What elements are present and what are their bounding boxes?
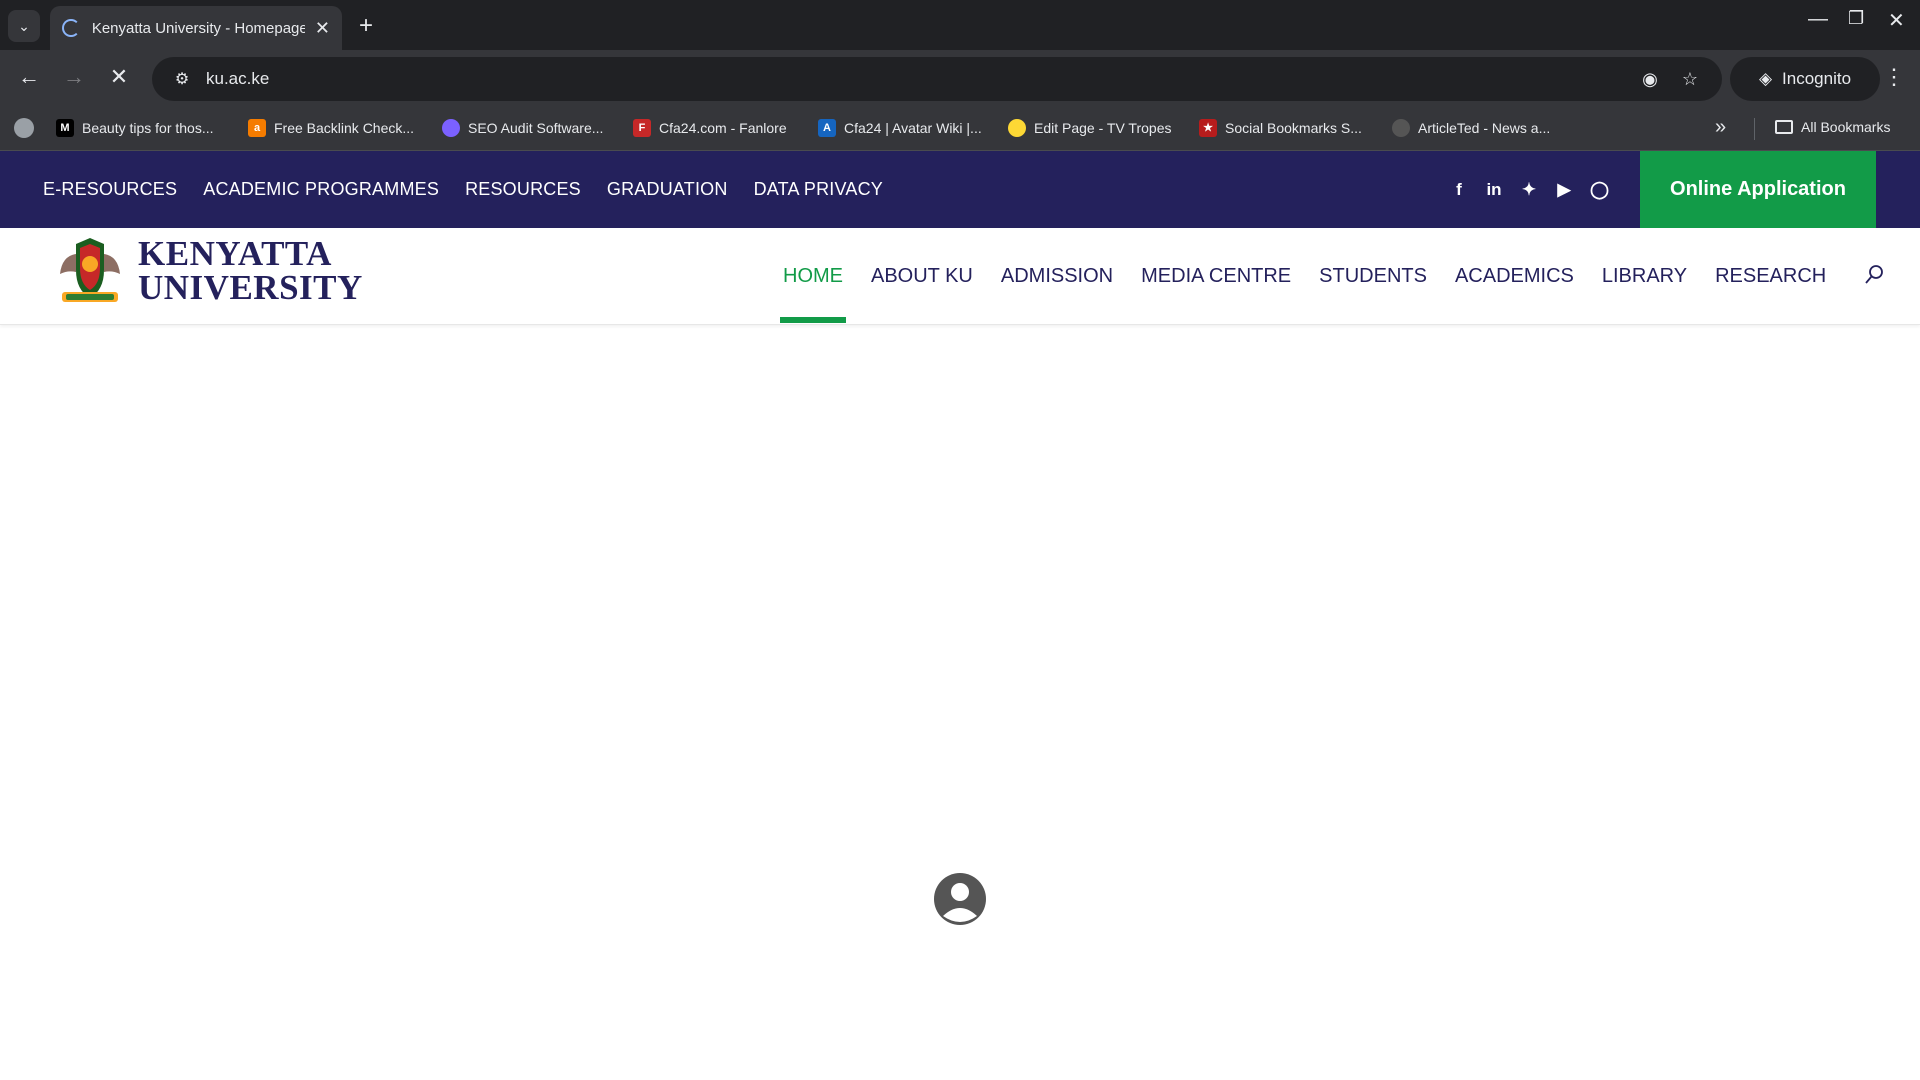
folder-icon <box>1775 120 1793 134</box>
instagram-icon[interactable]: ◯ <box>1590 180 1609 200</box>
logo-wordmark: KENYATTA UNIVERSITY <box>138 234 363 307</box>
tab-search-chevron-down-icon[interactable]: ⌄ <box>8 10 40 42</box>
nav-admission[interactable]: ADMISSION <box>1001 228 1113 325</box>
main-header: KENYATTA UNIVERSITY HOME ABOUT KU ADMISS… <box>0 228 1920 325</box>
nav-media-centre[interactable]: MEDIA CENTRE <box>1141 228 1291 325</box>
nav-about-ku[interactable]: ABOUT KU <box>871 228 973 325</box>
ahrefs-icon: a <box>248 119 266 137</box>
eye-slash-icon[interactable]: ◉ <box>1642 69 1658 90</box>
nav-data-privacy[interactable]: DATA PRIVACY <box>754 179 883 200</box>
site-info-icon[interactable]: ⚙ <box>162 69 202 89</box>
incognito-label: Incognito <box>1782 69 1852 88</box>
medium-icon: M <box>56 119 74 137</box>
articleted-icon <box>1392 119 1410 137</box>
tab-active[interactable]: Kenyatta University - Homepage ✕ <box>50 6 342 50</box>
tab-strip: ⌄ Kenyatta University - Homepage ✕ + — ❐… <box>0 0 1920 50</box>
incognito-icon: ◈ <box>1758 69 1773 88</box>
bookmark-item[interactable]: ★ Social Bookmarks S... <box>1199 119 1362 137</box>
search-icon[interactable] <box>1864 264 1884 286</box>
nav-graduation[interactable]: GRADUATION <box>607 179 728 200</box>
bookmark-item[interactable]: Edit Page - TV Tropes <box>1008 119 1171 137</box>
linkedin-icon[interactable]: in <box>1485 180 1503 200</box>
fanlore-icon: F <box>633 119 651 137</box>
social-icon: ★ <box>1199 119 1217 137</box>
facebook-icon[interactable]: f <box>1450 180 1468 200</box>
divider <box>1754 118 1755 140</box>
minimize-icon[interactable]: — <box>1808 8 1828 31</box>
restore-icon[interactable]: ❐ <box>1848 8 1864 29</box>
star-bookmark-icon[interactable]: ☆ <box>1682 69 1698 90</box>
nav-academics[interactable]: ACADEMICS <box>1455 228 1574 325</box>
bookmark-item[interactable]: SEO Audit Software... <box>442 119 603 137</box>
tab-close-icon[interactable]: ✕ <box>315 18 330 39</box>
website: E-RESOURCES ACADEMIC PROGRAMMES RESOURCE… <box>0 151 1920 1080</box>
nav-e-resources[interactable]: E-RESOURCES <box>43 179 177 200</box>
tvtropes-icon <box>1008 119 1026 137</box>
globe-icon[interactable] <box>14 118 34 138</box>
bookmark-item[interactable]: A Cfa24 | Avatar Wiki |... <box>818 119 982 137</box>
nav-research[interactable]: RESEARCH <box>1715 228 1826 325</box>
all-bookmarks-button[interactable]: All Bookmarks <box>1775 119 1890 135</box>
address-bar[interactable]: ⚙ ku.ac.ke ◉ ☆ <box>152 57 1722 101</box>
nav-home[interactable]: HOME <box>780 228 846 325</box>
nav-academic-programmes[interactable]: ACADEMIC PROGRAMMES <box>203 179 439 200</box>
logo-line-1: KENYATTA <box>138 234 332 273</box>
bookmark-item[interactable]: F Cfa24.com - Fanlore <box>633 119 787 137</box>
more-bookmarks-chevron-icon[interactable]: » <box>1715 116 1726 139</box>
nav-resources[interactable]: RESOURCES <box>465 179 581 200</box>
youtube-icon[interactable]: ▶ <box>1555 180 1573 200</box>
forward-arrow-icon[interactable]: → <box>59 64 89 90</box>
close-window-icon[interactable]: ✕ <box>1888 8 1905 33</box>
bookmark-item[interactable]: ArticleTed - News a... <box>1392 119 1550 137</box>
primary-nav: HOME ABOUT KU ADMISSION MEDIA CENTRE STU… <box>780 228 1826 325</box>
browser-chrome: ⌄ Kenyatta University - Homepage ✕ + — ❐… <box>0 0 1920 151</box>
logo-line-2: UNIVERSITY <box>138 268 363 307</box>
bookmarks-bar: M Beauty tips for thos... a Free Backlin… <box>0 108 1920 151</box>
bookmark-item[interactable]: a Free Backlink Check... <box>248 119 414 137</box>
browser-toolbar: ← → ✕ ⚙ ku.ac.ke ◉ ☆ ◈ Incognito ⋮ <box>0 50 1920 108</box>
wiki-icon: A <box>818 119 836 137</box>
social-links: f in ✦ ▶ ◯ <box>1450 151 1609 228</box>
tab-title: Kenyatta University - Homepage <box>91 19 305 37</box>
browser-menu-icon[interactable]: ⋮ <box>1882 64 1906 90</box>
nav-students[interactable]: STUDENTS <box>1319 228 1427 325</box>
top-utility-bar: E-RESOURCES ACADEMIC PROGRAMMES RESOURCE… <box>0 151 1920 228</box>
online-application-button[interactable]: Online Application <box>1640 151 1876 228</box>
stop-loading-icon[interactable]: ✕ <box>104 64 134 90</box>
university-crest-icon <box>60 238 120 302</box>
back-arrow-icon[interactable]: ← <box>14 64 44 90</box>
utility-nav: E-RESOURCES ACADEMIC PROGRAMMES RESOURCE… <box>43 151 883 228</box>
incognito-badge[interactable]: ◈ Incognito <box>1730 57 1880 101</box>
page-loader-icon <box>934 873 986 925</box>
loading-spinner-icon <box>62 19 80 37</box>
url-text[interactable]: ku.ac.ke <box>206 69 1642 89</box>
seo-icon <box>442 119 460 137</box>
twitter-icon[interactable]: ✦ <box>1520 180 1538 200</box>
new-tab-plus-icon[interactable]: + <box>353 12 379 40</box>
university-logo[interactable]: KENYATTA UNIVERSITY <box>52 234 363 308</box>
nav-library[interactable]: LIBRARY <box>1602 228 1687 325</box>
bookmark-item[interactable]: M Beauty tips for thos... <box>56 119 214 137</box>
